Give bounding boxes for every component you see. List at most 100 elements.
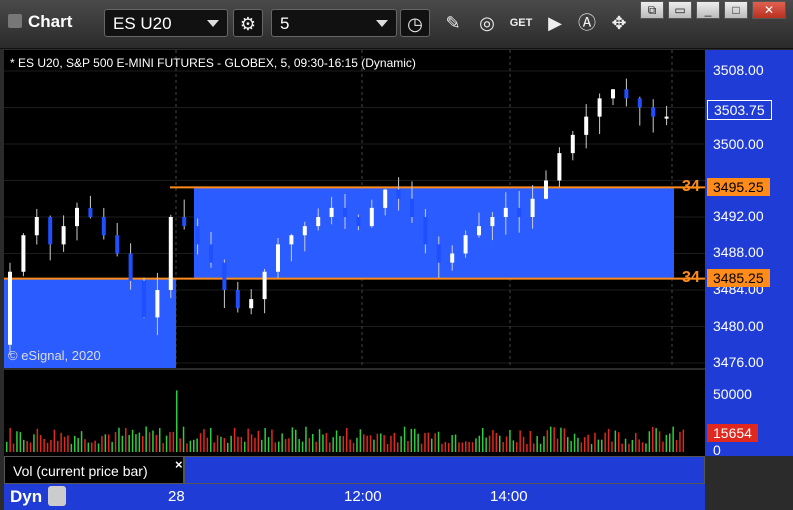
volume-bar	[223, 438, 226, 452]
volume-bar	[125, 428, 127, 452]
price-chart-svg	[4, 50, 705, 368]
volume-bar	[468, 441, 470, 452]
dynamic-mode-label[interactable]: Dyn	[10, 487, 42, 507]
volume-bar	[658, 431, 661, 452]
lower-level-tag: 3485.25	[707, 269, 770, 287]
volume-bar	[420, 443, 423, 452]
volume-bar	[254, 437, 256, 452]
volume-bar	[539, 443, 542, 452]
volume-bar	[584, 437, 586, 452]
volume-bar	[359, 429, 362, 452]
volume-bar	[12, 443, 15, 452]
volume-bar	[560, 427, 562, 452]
volume-bar	[342, 436, 345, 452]
candle-body	[584, 116, 589, 135]
volume-bar	[199, 433, 202, 452]
volume-bar	[655, 428, 657, 452]
close-icon[interactable]: ✕	[752, 1, 786, 19]
link-icon[interactable]: ✥	[604, 9, 634, 37]
symbol-combo[interactable]: ES U20	[104, 9, 228, 37]
volume-bar	[182, 426, 185, 452]
volume-bar	[618, 432, 620, 452]
volume-bar	[237, 436, 239, 452]
volume-bar	[386, 443, 389, 452]
volume-bar	[301, 441, 304, 452]
chevron-down-icon	[376, 20, 388, 27]
volume-bar	[682, 429, 685, 452]
volume-bar	[152, 430, 154, 452]
volume-bar	[281, 433, 283, 452]
pencil-draw-icon[interactable]: ✎	[438, 9, 468, 37]
candle-body	[450, 253, 455, 263]
time-axis[interactable]: Dyn 28 12:00 14:00	[4, 484, 705, 510]
volume-bar	[104, 434, 107, 452]
window-title[interactable]: Chart	[8, 12, 72, 32]
volume-bar	[478, 435, 481, 452]
volume-bar	[284, 439, 287, 452]
settings-gear-icon[interactable]: ⚙	[233, 9, 263, 37]
candle-body	[369, 207, 374, 227]
volume-bar	[312, 433, 314, 452]
interval-combo[interactable]: 5	[271, 9, 397, 37]
candle-body	[664, 116, 669, 119]
volume-bar	[274, 442, 277, 452]
vol-tick: 50000	[713, 386, 752, 402]
volume-bar	[665, 434, 668, 452]
volume-bar	[397, 442, 399, 452]
grip-icon	[8, 14, 22, 28]
volume-bar	[298, 439, 300, 452]
volume-bar	[186, 443, 188, 452]
alert-icon[interactable]: Ⓐ	[572, 9, 602, 37]
volume-bar	[318, 429, 321, 452]
volume-bar	[390, 435, 392, 452]
volume-bar	[145, 426, 147, 452]
candle-body	[637, 98, 642, 108]
volume-bar	[36, 428, 39, 452]
y-tick: 3508.00	[713, 62, 764, 78]
close-study-icon[interactable]: ×	[175, 457, 183, 472]
play-icon[interactable]: ▶	[540, 9, 570, 37]
volume-bar	[349, 439, 351, 452]
volume-bar	[482, 427, 484, 452]
study-curve-icon[interactable]: ◎	[472, 9, 502, 37]
price-axis[interactable]: 3508.00 3500.00 3492.00 3488.00 3484.00 …	[705, 50, 793, 458]
candle-body	[48, 217, 53, 245]
volume-bar	[26, 440, 28, 452]
candle-body	[530, 198, 535, 217]
volume-bar	[641, 442, 644, 452]
volume-bar	[19, 432, 22, 452]
volume-bar	[57, 441, 59, 452]
maximize-icon[interactable]: □	[724, 1, 748, 19]
volume-bar	[601, 439, 603, 452]
lock-icon[interactable]	[48, 486, 66, 506]
volume-bar	[553, 427, 555, 452]
price-plot[interactable]: * ES U20, S&P 500 E-MINI FUTURES - GLOBE…	[4, 50, 705, 368]
volume-bar	[50, 439, 52, 452]
candle-body	[235, 290, 240, 309]
volume-bar	[407, 440, 409, 452]
volume-bar	[97, 443, 100, 452]
volume-bar	[6, 441, 8, 452]
volume-bar	[240, 436, 243, 452]
volume-bar	[509, 429, 511, 452]
restore-icon[interactable]: ⧉	[640, 1, 664, 19]
volume-bar	[645, 443, 647, 452]
candle-body	[343, 207, 347, 217]
volume-bar	[94, 440, 96, 452]
volume-bar	[155, 434, 158, 452]
candle-body	[115, 235, 120, 254]
volume-bar	[128, 435, 130, 452]
minimize-button[interactable]: _	[696, 1, 720, 19]
get-data-icon[interactable]: GET	[506, 9, 536, 37]
minimize-icon[interactable]: ▭	[668, 1, 692, 19]
volume-bar	[247, 428, 249, 452]
volume-bar	[522, 436, 525, 452]
study-label-bar[interactable]: Vol (current price bar) ×	[4, 456, 184, 484]
volume-bar	[448, 442, 450, 452]
clock-icon[interactable]: ◷	[400, 9, 430, 37]
candle-body	[436, 244, 441, 263]
upper-level-label: 34	[682, 178, 700, 195]
volume-pane[interactable]	[4, 370, 705, 456]
volume-bar	[444, 441, 447, 452]
volume-bar	[376, 433, 379, 452]
